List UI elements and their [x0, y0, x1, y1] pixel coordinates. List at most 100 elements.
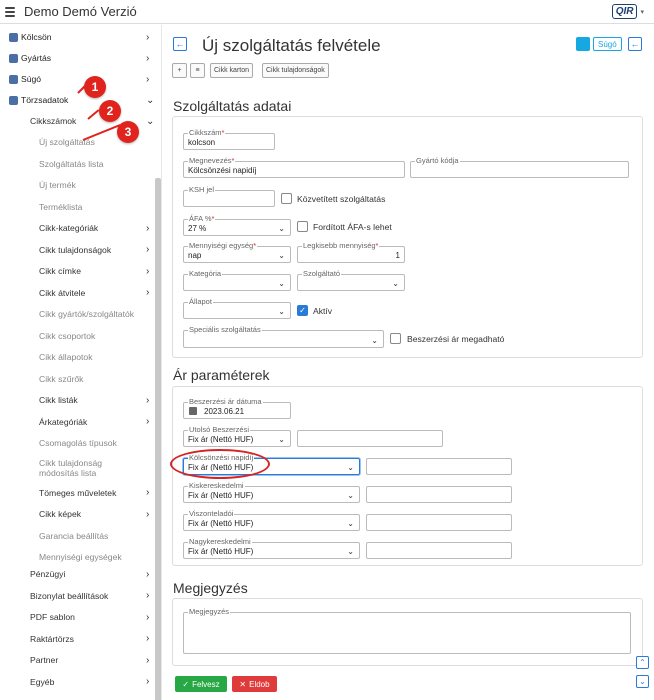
price-type-select-5[interactable]: Nagykereskedelmi Fix ár (Nettó HUF) ⌄	[183, 537, 360, 559]
arrow-left-icon: ←	[630, 39, 640, 49]
sidebar-item-cikk-állapotok[interactable]: Cikk állapotok	[39, 350, 150, 364]
sidebar-item-raktártörzs[interactable]: Raktártörzs ›	[30, 632, 150, 646]
special-service-label: Speciális szolgáltatás	[188, 325, 262, 334]
status-select[interactable]: Állapot ⌄	[183, 297, 291, 319]
chevron-down-icon: ⌄	[371, 336, 378, 345]
sidebar-item-tömeges-műveletek[interactable]: Tömeges műveletek ›	[39, 486, 150, 500]
sidebar-item-label: Cikk címke	[39, 266, 82, 276]
delete-button[interactable]: ✕ Eldob	[232, 676, 277, 692]
sidebar-item-cikk-tulajdonság[interactable]: Cikk tulajdonság módosítás lista	[39, 458, 150, 482]
sidebar-item-label: Cikk szűrők	[39, 373, 84, 384]
category-select[interactable]: Kategória ⌄	[183, 269, 291, 291]
price-value-input-4[interactable]	[366, 514, 512, 531]
provider-select[interactable]: Szolgáltató ⌄	[297, 269, 405, 291]
database-icon	[9, 95, 18, 105]
sidebar-item-árkategóriák[interactable]: Árkategóriák ›	[39, 415, 150, 429]
sidebar-item-egyéb[interactable]: Egyéb ›	[30, 675, 150, 689]
purchase-price-checkbox[interactable]	[390, 333, 401, 344]
price-type-select-4[interactable]: Viszonteladói Fix ár (Nettó HUF) ⌄	[183, 509, 360, 531]
chat-icon[interactable]	[576, 37, 590, 51]
sidebar-item-cikk-gyártók-szolgáltatók[interactable]: Cikk gyártók/szolgáltatók	[39, 307, 150, 321]
notes-label: Megjegyzés	[188, 607, 231, 616]
min-quantity-label: Legkisebb mennyiség	[303, 241, 376, 250]
sidebar-item-súgó[interactable]: Súgó ›	[9, 72, 150, 86]
active-label: Aktív	[313, 306, 333, 316]
sidebar-item-cikk-képek[interactable]: Cikk képek ›	[39, 507, 150, 521]
price-type-select-1[interactable]: Utolsó Beszerzési Fix ár (Nettó HUF) ⌄	[183, 425, 291, 447]
price-type-select-3[interactable]: Kiskereskedelmi Fix ár (Nettó HUF) ⌄	[183, 481, 360, 503]
unit-label: Mennyiségi egység	[189, 241, 254, 250]
scroll-down-button[interactable]: ⌄	[636, 675, 649, 688]
purchase-date-field[interactable]: Beszerzési ár dátuma 2023.06.21	[183, 397, 291, 419]
sidebar-item-label-line2: módosítás lista	[39, 467, 97, 478]
price-value-input-3[interactable]	[366, 486, 512, 503]
item-card-button[interactable]: Cikk karton	[210, 63, 254, 78]
sidebar-item-törzsadatok[interactable]: Törzsadatok ⌄	[9, 93, 154, 107]
price-row-label: Viszonteladói	[188, 509, 235, 518]
ksh-field[interactable]: KSH jel	[183, 185, 275, 207]
list-button[interactable]: ≡	[190, 63, 205, 78]
sidebar-item-cikk-kategóriák[interactable]: Cikk-kategóriák ›	[39, 221, 150, 235]
sidebar-scrollbar[interactable]	[155, 178, 161, 700]
sidebar-item-kölcsön[interactable]: Kölcsön ›	[9, 30, 150, 44]
sku-field[interactable]: Cikkszám* kolcson	[183, 128, 275, 150]
mediated-service-checkbox[interactable]	[281, 193, 292, 204]
sidebar-item-cikk-címke[interactable]: Cikk címke ›	[39, 264, 150, 278]
manufacturer-code-field[interactable]: Gyártó kódja	[410, 156, 629, 178]
price-value-input-2[interactable]	[366, 458, 512, 475]
back-right-button[interactable]: ←	[628, 37, 642, 51]
sidebar-item-cikk-szűrők[interactable]: Cikk szűrők	[39, 372, 150, 386]
vat-select[interactable]: ÁFA %* 27 % ⌄	[183, 214, 291, 236]
notes-textarea[interactable]: Megjegyzés	[183, 607, 631, 654]
section-title-service: Szolgáltatás adatai	[173, 98, 292, 114]
sidebar-item-szolgáltatás-lista[interactable]: Szolgáltatás lista	[39, 157, 150, 171]
special-service-select[interactable]: Speciális szolgáltatás ⌄	[183, 325, 384, 348]
name-field[interactable]: Megnevezés* Kölcsönzési napidíj	[183, 156, 405, 178]
chevron-right-icon: ›	[146, 654, 150, 666]
help-button[interactable]: Súgó	[593, 37, 622, 51]
sidebar-item-új-termék[interactable]: Új termék	[39, 178, 150, 192]
chevron-right-icon: ›	[146, 508, 150, 520]
sidebar-item-cikk-tulajdonságok[interactable]: Cikk tulajdonságok ›	[39, 243, 150, 257]
min-quantity-field[interactable]: Legkisebb mennyiség* 1	[297, 241, 405, 263]
sidebar-item-terméklista[interactable]: Terméklista	[39, 200, 150, 214]
sidebar-item-gyártás[interactable]: Gyártás ›	[9, 51, 150, 65]
back-button[interactable]: ←	[173, 37, 187, 51]
sidebar-item-label: Terméklista	[39, 201, 83, 212]
chevron-down-icon: ⌄	[392, 279, 399, 288]
add-button[interactable]: +	[172, 63, 187, 78]
sidebar-item-label: Bizonylat beállítások	[30, 590, 109, 601]
sidebar-item-pdf-sablon[interactable]: PDF sablon ›	[30, 610, 150, 624]
arrow-left-icon: ←	[175, 39, 185, 49]
sidebar-item-cikk-csoportok[interactable]: Cikk csoportok	[39, 329, 150, 343]
sidebar-item-label: Új termék	[39, 180, 76, 190]
chevron-right-icon: ›	[146, 73, 150, 85]
sidebar-item-szöveg-sablon[interactable]: Szöveg sablon›	[30, 696, 150, 700]
sidebar-item-csomagolás-típusok[interactable]: Csomagolás típusok	[39, 436, 150, 450]
sidebar-item-bizonylat-beállítások[interactable]: Bizonylat beállítások ›	[30, 589, 150, 603]
scroll-up-button[interactable]: ⌃	[636, 656, 649, 669]
chevron-down-icon: ⌄	[146, 94, 155, 106]
price-type-value: Fix ár (Nettó HUF)	[188, 519, 254, 528]
sidebar-item-cikk-átvitele[interactable]: Cikk átvitele ›	[39, 286, 150, 300]
sidebar-item-pénzügyi[interactable]: Pénzügyi ›	[30, 567, 150, 581]
save-button[interactable]: ✓ Felvesz	[175, 676, 227, 692]
item-properties-button[interactable]: Cikk tulajdonságok	[262, 63, 329, 78]
sidebar-item-garancia-beállítás[interactable]: Garancia beállítás	[39, 529, 150, 543]
sidebar-item-label: Cikkszámok	[30, 116, 77, 126]
company-logo[interactable]: QIR ▾	[611, 4, 644, 19]
active-checkbox[interactable]: ✓	[297, 305, 308, 316]
sidebar-item-mennyiségi-egységek[interactable]: Mennyiségi egységek	[39, 550, 150, 564]
chevron-right-icon: ›	[146, 394, 150, 406]
calendar-icon[interactable]	[189, 407, 197, 415]
purchase-date-value: 2023.06.21	[204, 407, 245, 416]
price-value-input-1[interactable]	[297, 430, 443, 447]
sidebar-item-cikk-listák[interactable]: Cikk listák ›	[39, 393, 150, 407]
sidebar-item-label: Súgó	[21, 74, 42, 84]
price-value-input-5[interactable]	[366, 542, 512, 559]
unit-select[interactable]: Mennyiségi egység* nap ⌄	[183, 241, 291, 263]
sidebar-item-partner[interactable]: Partner ›	[30, 653, 150, 667]
reverse-vat-checkbox[interactable]	[297, 221, 308, 232]
hamburger-menu-icon[interactable]	[5, 6, 15, 17]
purchase-date-label: Beszerzési ár dátuma	[188, 397, 263, 406]
